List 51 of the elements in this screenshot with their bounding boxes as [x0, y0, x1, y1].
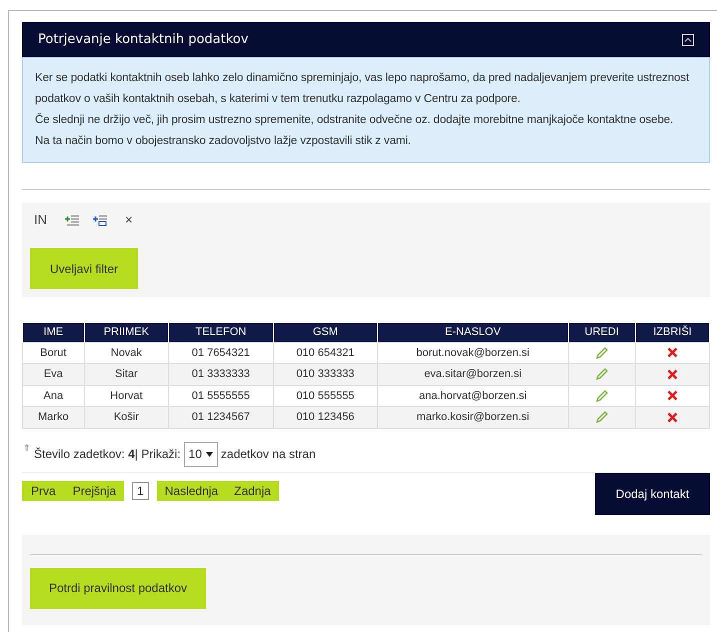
table-cell: marko.kosir@borzen.si: [378, 406, 568, 428]
pencil-icon[interactable]: [594, 388, 609, 403]
next-page-link[interactable]: Naslednja: [156, 482, 226, 500]
table-cell: 010 654321: [273, 342, 378, 364]
column-header: E-NASLOV: [378, 323, 568, 342]
pencil-icon[interactable]: [594, 346, 609, 360]
table-cell: 010 123456: [273, 406, 378, 428]
page-size-select[interactable]: 10: [184, 442, 218, 466]
table-cell: Sitar: [84, 364, 169, 385]
sort-icon: ⇑: [23, 442, 31, 455]
info-text: Na ta način bomo v obojestransko zadovoljstvo lažje vzpostavili stik z vami.: [35, 134, 412, 149]
table-cell: Košir: [84, 406, 169, 428]
column-header: IME: [22, 323, 84, 342]
column-header: GSM: [273, 323, 378, 342]
previous-page-link[interactable]: Prejšnja: [64, 482, 124, 500]
column-header: TELEFON: [168, 323, 274, 342]
table-cell: 01 3333333: [168, 364, 274, 385]
toolbar-button[interactable]: ×: [121, 210, 137, 230]
column-header: IZBRIŠI: [635, 323, 710, 342]
column-header: UREDI: [568, 323, 636, 342]
pencil-icon[interactable]: [594, 367, 609, 382]
table-cell: borut.novak@borzen.si: [378, 342, 568, 364]
table-cell: Marko: [22, 406, 84, 428]
current-page: 1: [132, 482, 149, 500]
apply-filter-button[interactable]: Uveljavi filter: [30, 248, 138, 289]
table-cell: eva.sitar@borzen.si: [378, 364, 568, 385]
delete-icon[interactable]: [666, 368, 678, 380]
add-row-icon[interactable]: [65, 214, 79, 226]
last-page-link[interactable]: Zadnja: [226, 482, 279, 500]
table-cell: Borut: [22, 342, 84, 364]
delete-icon[interactable]: [666, 390, 678, 402]
info-text: Če slednji ne držijo več, jih prosim ustrezno spremenite, odstranite odvečne oz. dodajte morebitne manjkajoče kontaktne osebe.: [35, 112, 674, 128]
collapse-icon[interactable]: [682, 34, 694, 46]
confirm-button[interactable]: Potrdi pravilnost podatkov: [30, 568, 206, 608]
toolbar-button[interactable]: IN: [30, 210, 51, 230]
pencil-icon[interactable]: [594, 410, 609, 424]
column-header: PRIIMEK: [84, 323, 169, 342]
result-count: Število zadetkov: 4| Prikaži:: [34, 446, 181, 463]
table-cell: 01 7654321: [168, 342, 274, 364]
panel-title: Potrjevanje kontaktnih podatkov: [38, 30, 248, 49]
add-contact-button[interactable]: Dodaj kontakt: [595, 472, 710, 514]
table-cell: Eva: [22, 364, 84, 385]
first-page-link[interactable]: Prva: [22, 482, 65, 500]
dropdown-caret-icon: [206, 452, 213, 456]
info-text: Ker se podatki kontaktnih oseb lahko zelo dinamično spreminjajo, vas lepo naprošamo, da pred nadaljevanjem preverite ustreznost podatkov o vaših kontaktnih osebah, s katerimi v tem trenutku razpolagamo v Centru za podpore.: [35, 71, 690, 107]
table-cell: 010 333333: [273, 364, 378, 385]
delete-icon[interactable]: [666, 347, 678, 358]
add-group-icon[interactable]: [93, 214, 107, 226]
page-size-label: zadetkov na stran: [220, 446, 316, 463]
delete-icon[interactable]: [666, 412, 678, 423]
table-cell: 01 1234567: [168, 406, 274, 428]
